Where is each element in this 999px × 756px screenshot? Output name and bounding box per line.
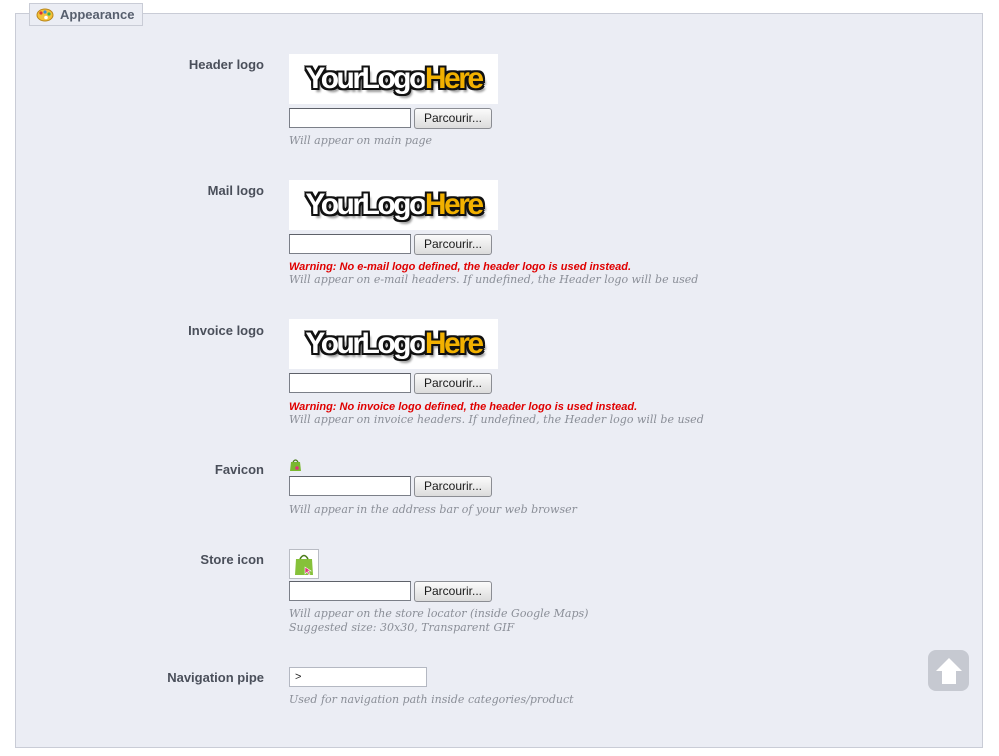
- favicon-bag-icon: [290, 459, 301, 471]
- header-logo-preview: YourLogo Here: [289, 54, 498, 104]
- mail-logo-browse-button[interactable]: Parcourir...: [414, 233, 492, 255]
- store-icon-hint-2: Suggested size: 30x30, Transparent GIF: [289, 621, 515, 634]
- mail-logo-file-field[interactable]: [289, 234, 411, 254]
- favicon-label: Favicon: [214, 462, 264, 477]
- mail-logo-file-input: Parcourir...: [289, 233, 492, 255]
- invoice-logo-browse-button[interactable]: Parcourir...: [414, 372, 492, 394]
- store-icon-file-field[interactable]: [289, 581, 411, 601]
- mail-logo-preview: YourLogo Here: [289, 180, 498, 230]
- favicon-browse-button[interactable]: Parcourir...: [414, 475, 492, 497]
- navigation-pipe-label: Navigation pipe: [167, 670, 264, 685]
- logo-image: YourLogo Here: [289, 54, 498, 104]
- scroll-to-top-button[interactable]: [928, 650, 969, 691]
- store-icon-file-input: Parcourir...: [289, 580, 492, 602]
- palette-icon: [36, 8, 54, 21]
- invoice-logo-label: Invoice logo: [188, 323, 264, 338]
- section-legend: Appearance: [29, 3, 144, 26]
- section-title: Appearance: [60, 7, 135, 22]
- invoice-logo-preview: YourLogo Here: [289, 319, 498, 369]
- appearance-fieldset: [15, 13, 983, 748]
- invoice-logo-file-input: Parcourir...: [289, 372, 492, 394]
- store-icon-preview: [289, 549, 319, 579]
- store-bag-icon: [295, 554, 313, 576]
- header-logo-file-field[interactable]: [289, 108, 411, 128]
- logo-image: YourLogo Here: [289, 319, 498, 369]
- navigation-pipe-input[interactable]: [289, 667, 427, 687]
- store-icon-label: Store icon: [200, 552, 264, 567]
- navigation-pipe-hint: Used for navigation path inside categori…: [289, 693, 574, 706]
- logo-image: YourLogo Here: [289, 180, 498, 230]
- header-logo-label: Header logo: [188, 57, 264, 72]
- favicon-file-input: Parcourir...: [289, 475, 492, 497]
- invoice-logo-hint: Will appear on invoice headers. If undef…: [289, 413, 704, 426]
- mail-logo-hint: Will appear on e-mail headers. If undefi…: [289, 273, 699, 286]
- favicon-hint: Will appear in the address bar of your w…: [289, 503, 577, 516]
- favicon-file-field[interactable]: [289, 476, 411, 496]
- store-icon-hint-1: Will appear on the store locator (inside…: [289, 607, 589, 620]
- store-icon-browse-button[interactable]: Parcourir...: [414, 580, 492, 602]
- invoice-logo-file-field[interactable]: [289, 373, 411, 393]
- header-logo-hint: Will appear on main page: [289, 134, 433, 147]
- header-logo-browse-button[interactable]: Parcourir...: [414, 107, 492, 129]
- header-logo-file-input: Parcourir...: [289, 107, 492, 129]
- arrow-up-icon: [935, 657, 962, 684]
- mail-logo-label: Mail logo: [207, 183, 264, 198]
